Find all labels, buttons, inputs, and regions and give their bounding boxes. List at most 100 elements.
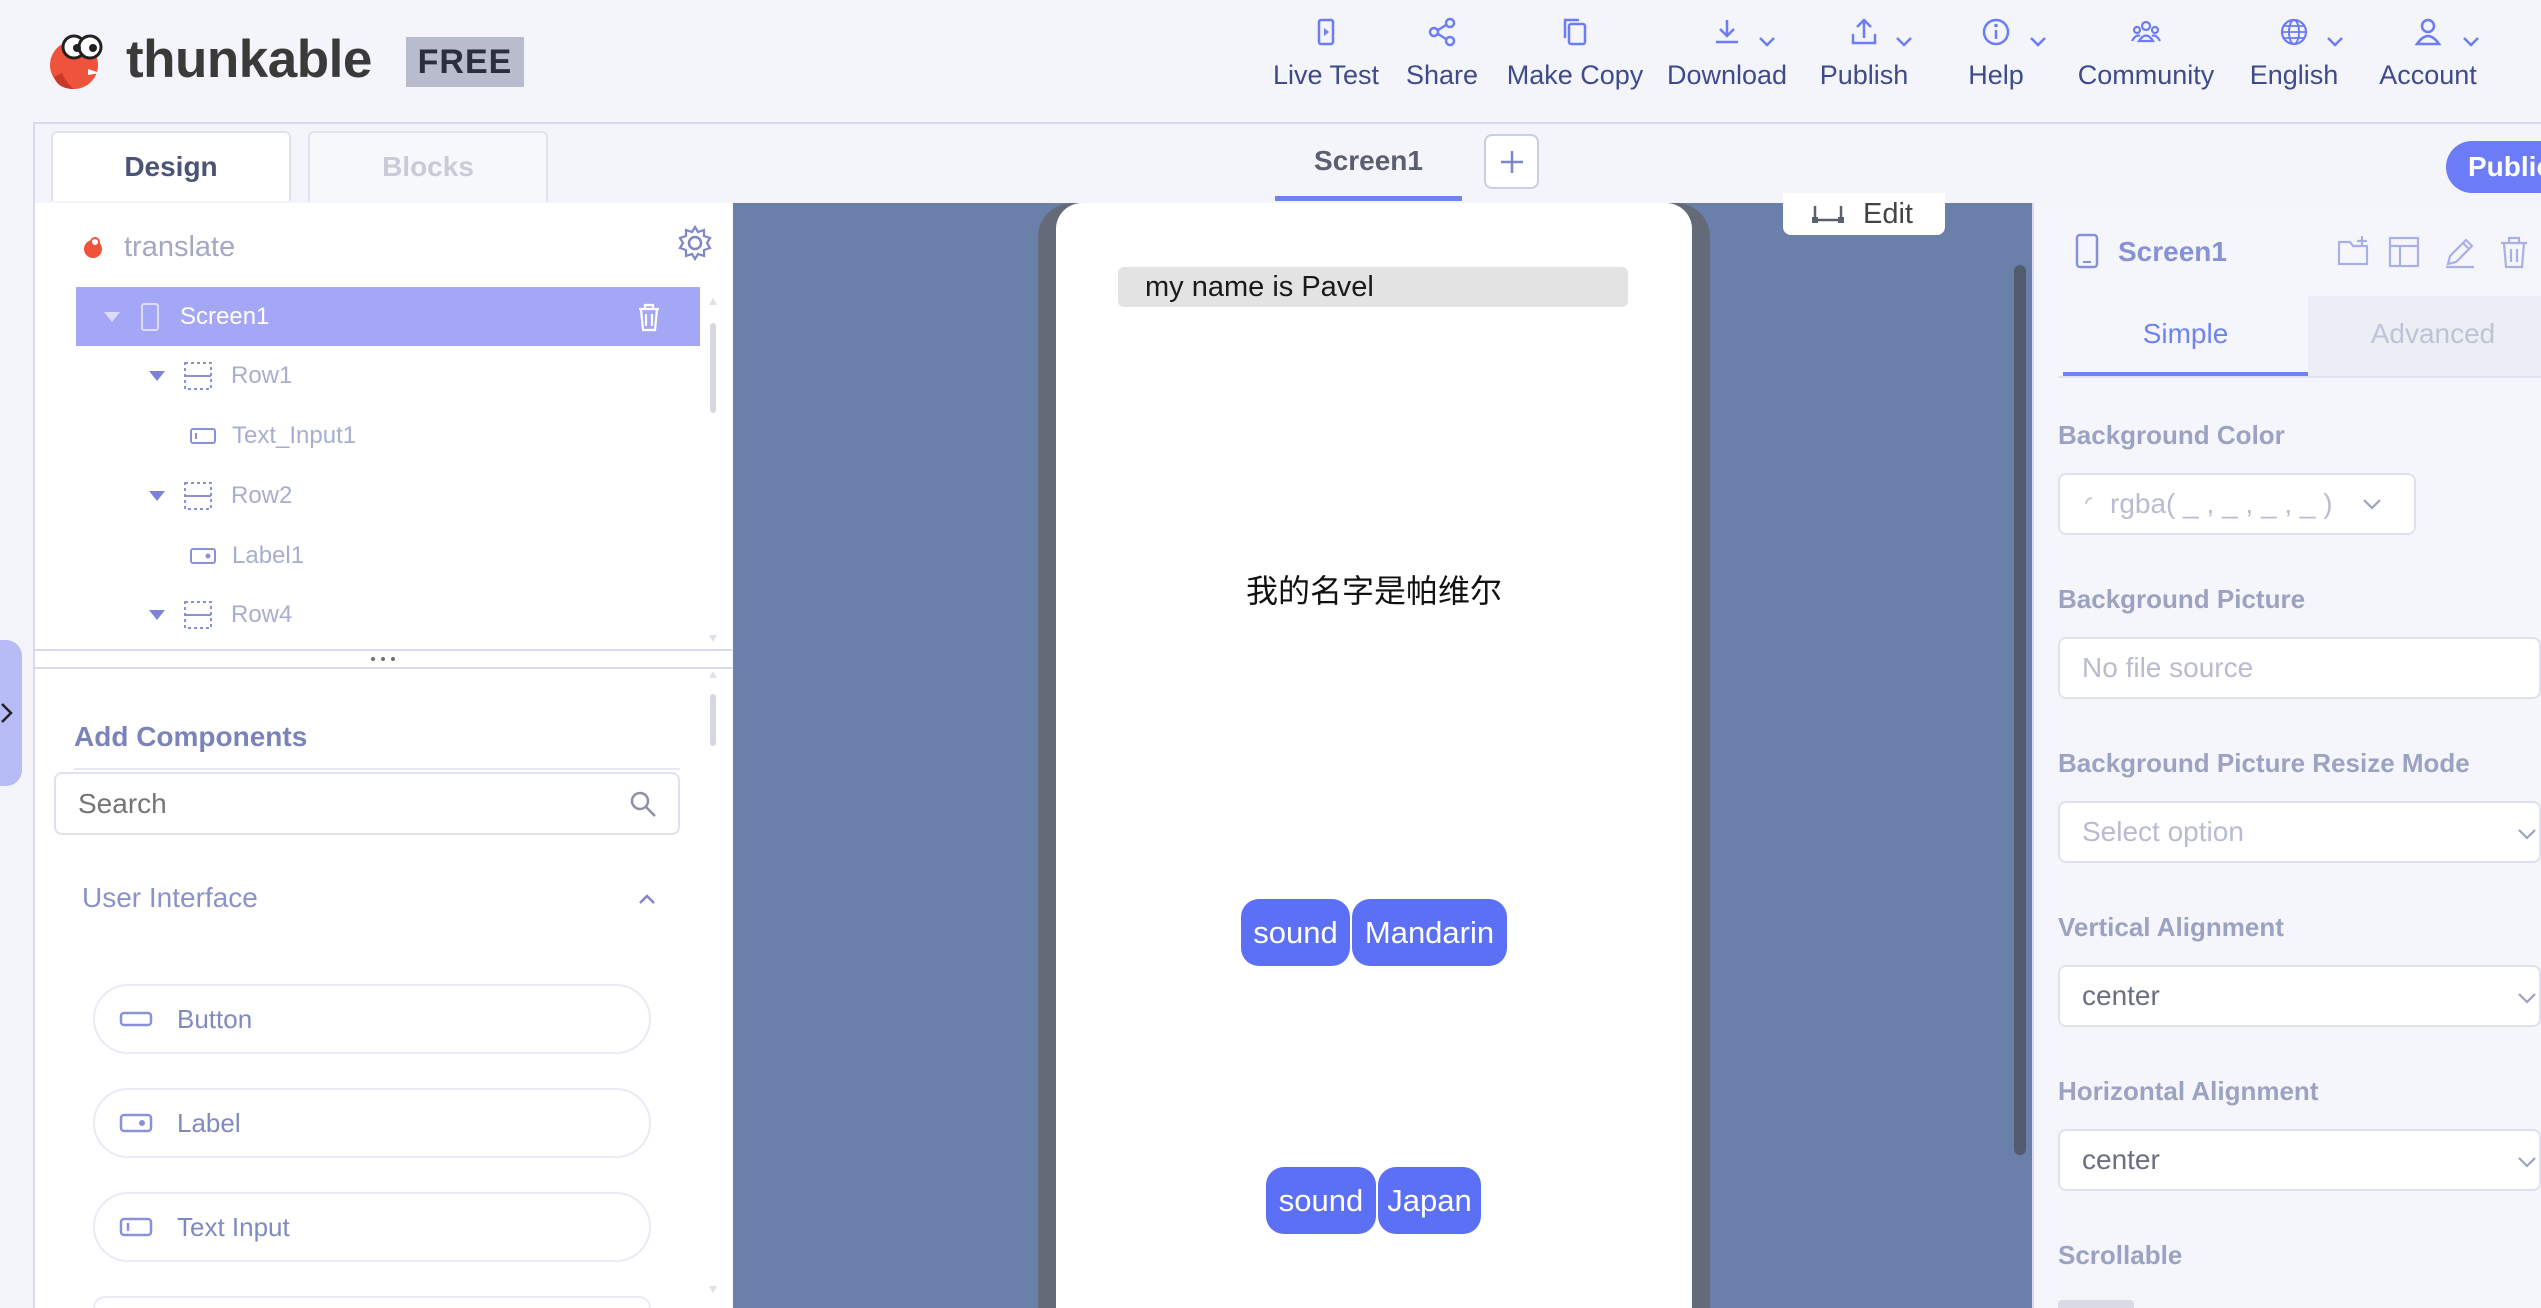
japan-button[interactable]: Japan [1378,1167,1481,1234]
add-components-title: Add Components [74,721,308,752]
mandarin-button[interactable]: Mandarin [1352,899,1507,966]
publish-pill-button[interactable]: Public [2446,141,2541,193]
vertical-alignment-select[interactable]: center [2058,965,2541,1027]
chevron-up-icon[interactable] [636,891,658,907]
make-copy-label: Make Copy [1506,60,1644,90]
background-color-label: Background Color [2058,420,2285,450]
chevron-down-icon [2362,499,2381,510]
trash-icon[interactable] [636,302,662,332]
search-input[interactable] [54,772,680,835]
tree-item-label: Screen1 [180,302,270,330]
tab-simple[interactable]: Simple [2063,296,2308,376]
download-icon [1716,20,1738,44]
caret-down-icon[interactable] [149,371,165,381]
tree-scrollbar[interactable] [708,295,718,645]
tree-item-row1[interactable]: Row1 [76,347,696,405]
label-icon [119,1113,153,1133]
caret-down-icon[interactable] [149,491,165,501]
share-button[interactable]: Share [1402,16,1482,106]
resize-mode-value: Select option [2082,816,2244,847]
side-drawer-toggle[interactable] [0,640,22,786]
tree-item-row4[interactable]: Row4 [76,587,696,643]
chevron-down-icon[interactable] [2027,30,2049,52]
tree-item-label1[interactable]: Label1 [76,527,696,585]
logo-wordmark: thunkable [126,30,372,89]
divider [74,768,680,770]
vertical-alignment-value: center [2082,980,2160,1011]
share-icon [1428,17,1456,47]
search-icon[interactable] [628,789,658,819]
background-picture-label: Background Picture [2058,584,2306,614]
plus-icon [1500,150,1523,173]
chevron-down-icon[interactable] [2324,30,2346,52]
chevron-down-icon[interactable] [1893,30,1915,52]
chevron-down-icon [2518,1157,2536,1168]
add-folder-icon[interactable] [2336,234,2372,270]
tab-design[interactable]: Design [51,131,291,201]
background-color-value: rgba( _ , _ , _ , _ ) [2110,488,2333,519]
panel-splitter[interactable] [35,649,732,669]
chevron-down-icon [2518,829,2536,840]
tab-advanced[interactable]: Advanced [2308,296,2541,376]
button-icon [119,1011,153,1027]
help-button[interactable]: Help [1960,16,2032,106]
chevron-down-icon[interactable] [2460,30,2482,52]
trash-icon[interactable] [2496,234,2532,270]
chevron-right-icon [1,703,13,723]
thunkable-logo-icon [84,237,102,258]
text-input-icon [119,1217,153,1237]
sound-button[interactable]: sound [1266,1167,1376,1234]
globe-icon [2280,18,2308,46]
layout-icon[interactable] [2386,234,2422,270]
component-label[interactable]: Label [93,1088,651,1158]
phone-screen[interactable] [1056,203,1692,1308]
tab-screen1[interactable]: Screen1 [1275,139,1462,201]
component-button[interactable]: Button [93,984,651,1054]
horizontal-alignment-select[interactable]: center [2058,1129,2541,1191]
background-picture-input[interactable]: No file source [2058,637,2541,699]
edit-label: Edit [1863,197,1913,230]
pencil-icon[interactable] [2442,234,2478,270]
tree-item-label: Row4 [231,601,293,628]
publish-label: Publish [1819,60,1909,90]
tree-item-row2[interactable]: Row2 [76,467,696,525]
tree-item-text-input1[interactable]: Text_Input1 [76,407,696,465]
tree-item-screen1[interactable]: Screen1 [76,287,700,346]
make-copy-button[interactable]: Make Copy [1507,16,1643,106]
community-button[interactable]: Community [2076,16,2216,106]
copy-icon [1563,18,1587,46]
edit-button[interactable]: Edit [1783,193,1945,235]
horizontal-alignment-value: center [2082,1144,2160,1175]
user-interface-section-header[interactable]: User Interface [82,882,258,914]
caret-down-icon[interactable] [149,610,165,620]
text-input-preview[interactable]: my name is Pavel [1118,267,1628,307]
sound-button[interactable]: sound [1241,899,1350,966]
caret-down-icon[interactable] [104,311,120,322]
add-screen-button[interactable] [1484,134,1539,189]
canvas-scrollbar[interactable] [2014,265,2026,1155]
live-test-label: Live Test [1272,60,1380,90]
label-preview[interactable]: 我的名字是帕维尔 [1056,566,1692,612]
components-scrollbar[interactable] [708,668,718,1304]
project-header[interactable]: translate [80,222,235,272]
chevron-down-icon[interactable] [1756,30,1778,52]
publish-icon [1851,18,1877,45]
help-label: Help [1968,60,2024,90]
community-label: Community [2077,60,2215,90]
component-label: Text Input [177,1211,290,1242]
thunkable-logo-icon[interactable] [44,29,108,93]
row-icon [184,482,212,510]
tree-item-label: Row2 [231,482,293,509]
resize-mode-select[interactable]: Select option [2058,801,2541,863]
scrollable-toggle[interactable] [2058,1300,2134,1308]
live-test-button[interactable]: Live Test [1273,16,1379,106]
tab-blocks[interactable]: Blocks [308,131,548,201]
gear-icon[interactable] [676,224,714,262]
chevron-down-icon [2518,993,2536,1004]
component-next[interactable] [93,1296,651,1308]
horizontal-alignment-label: Horizontal Alignment [2058,1076,2319,1106]
component-text-input[interactable]: Text Input [93,1192,651,1262]
divider [2058,376,2541,378]
background-color-picker[interactable]: rgba( _ , _ , _ , _ ) [2058,473,2416,535]
drag-handle-icon[interactable] [368,655,398,663]
